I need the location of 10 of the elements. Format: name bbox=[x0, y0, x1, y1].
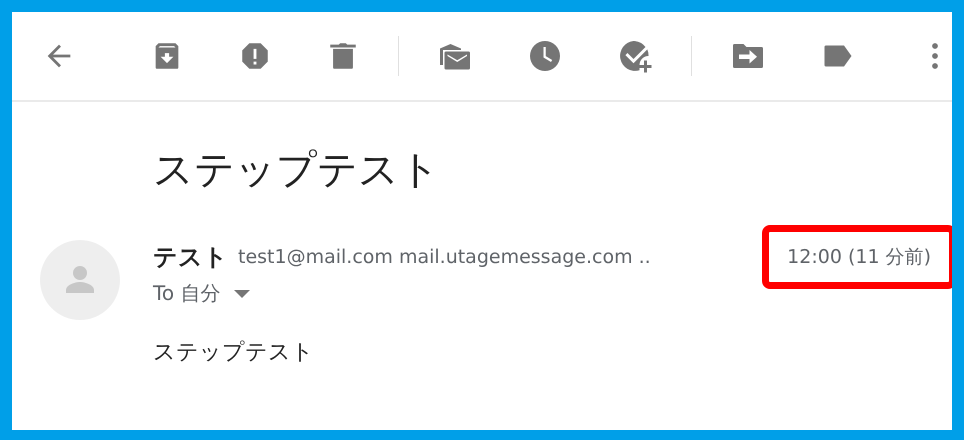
message-body: ステップテスト bbox=[153, 339, 315, 367]
message-time: 12:00 (11 分前) bbox=[762, 225, 952, 289]
dropdown-icon[interactable] bbox=[234, 290, 250, 298]
email-subject: ステップテスト bbox=[153, 146, 441, 195]
task-add-icon[interactable] bbox=[617, 38, 653, 74]
avatar-icon bbox=[40, 240, 120, 320]
recipient-label: To 自分 bbox=[153, 280, 220, 307]
clock-icon[interactable] bbox=[527, 38, 563, 74]
sender-name: テスト bbox=[153, 242, 228, 273]
sender-address: test1@mail.com mail.utagemessage.com .. bbox=[238, 246, 651, 268]
